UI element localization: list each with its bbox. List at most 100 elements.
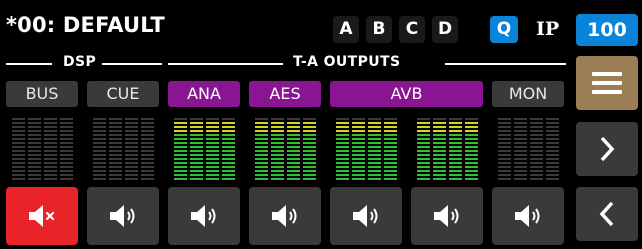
meter-segment xyxy=(287,142,300,144)
channel-cue-button[interactable]: CUE xyxy=(87,81,159,107)
meter-segment xyxy=(352,142,365,144)
meter-segment xyxy=(28,170,41,172)
mute-button-cue[interactable] xyxy=(87,187,159,245)
meter-segment xyxy=(255,174,268,176)
meter-segment xyxy=(449,170,462,172)
meter-column xyxy=(60,118,73,182)
meter-segment xyxy=(352,150,365,152)
mute-button-aes[interactable] xyxy=(249,187,321,245)
mute-button-avb-right[interactable] xyxy=(411,187,483,245)
meter-segment xyxy=(530,154,543,156)
meter-segment xyxy=(546,158,559,160)
q-button[interactable]: Q xyxy=(490,16,518,43)
meter-segment xyxy=(44,122,57,124)
preset-a-button[interactable]: A xyxy=(333,16,359,43)
preset-c-button[interactable]: C xyxy=(399,16,425,43)
meter-segment xyxy=(255,154,268,156)
meter-segment xyxy=(93,158,106,160)
meter-segment xyxy=(44,158,57,160)
meter-segment xyxy=(465,130,478,132)
meter-segment xyxy=(546,130,559,132)
meter-segment xyxy=(174,134,187,136)
next-button[interactable] xyxy=(576,122,638,176)
meter-column xyxy=(190,118,203,182)
meter-segment xyxy=(190,146,203,148)
meter-column xyxy=(384,118,397,182)
meter-segment xyxy=(287,150,300,152)
meter-segment xyxy=(60,158,73,160)
meter-segment xyxy=(271,162,284,164)
mute-button-bus[interactable] xyxy=(6,187,78,245)
meter-segment xyxy=(352,158,365,160)
chevron-right-icon xyxy=(600,136,615,162)
meter-segment xyxy=(498,126,511,128)
meter-segment xyxy=(546,122,559,124)
meter-segment xyxy=(174,162,187,164)
meter-segment xyxy=(498,146,511,148)
meter-segment xyxy=(141,146,154,148)
meter-segment xyxy=(352,118,365,120)
prev-button[interactable] xyxy=(576,187,638,241)
meter-segment xyxy=(12,138,25,140)
meter-segment xyxy=(190,118,203,120)
meter-segment xyxy=(352,138,365,140)
meter-segment xyxy=(174,118,187,120)
meter-segment xyxy=(141,158,154,160)
value-button[interactable]: 100 xyxy=(576,14,638,46)
meter-segment xyxy=(271,170,284,172)
meter-segment xyxy=(174,122,187,124)
meter-segment xyxy=(465,146,478,148)
meter-segment xyxy=(433,166,446,168)
meter-segment xyxy=(222,162,235,164)
meter-segment xyxy=(384,134,397,136)
preset-b-button[interactable]: B xyxy=(366,16,392,43)
channel-mon-button[interactable]: MON xyxy=(492,81,564,107)
meter-segment xyxy=(465,166,478,168)
meter-segment xyxy=(514,118,527,120)
meter-segment xyxy=(530,170,543,172)
meter-segment xyxy=(271,126,284,128)
meter-segment xyxy=(60,166,73,168)
meter-segment xyxy=(141,162,154,164)
meter-segment xyxy=(44,118,57,120)
meter-segment xyxy=(222,134,235,136)
meter-segment xyxy=(449,150,462,152)
meter-segment xyxy=(222,130,235,132)
meter-segment xyxy=(303,146,316,148)
meter-segment xyxy=(109,130,122,132)
meter-segment xyxy=(352,154,365,156)
meter-segment xyxy=(141,170,154,172)
meter-segment xyxy=(109,122,122,124)
meter-segment xyxy=(368,142,381,144)
mute-button-mon[interactable] xyxy=(492,187,564,245)
meter-segment xyxy=(384,166,397,168)
meter-segment xyxy=(465,138,478,140)
meter-segment xyxy=(28,158,41,160)
preset-d-button[interactable]: D xyxy=(432,16,458,43)
meter-segment xyxy=(530,126,543,128)
meter-segment xyxy=(433,142,446,144)
meter-segment xyxy=(174,142,187,144)
mute-button-avb-left[interactable] xyxy=(330,187,402,245)
meter-segment xyxy=(28,150,41,152)
meter-segment xyxy=(352,162,365,164)
mute-button-ana[interactable] xyxy=(168,187,240,245)
meter-segment xyxy=(287,178,300,180)
channel-bus-button[interactable]: BUS xyxy=(6,81,78,107)
channel-ana-button[interactable]: ANA xyxy=(168,81,240,107)
menu-button[interactable] xyxy=(576,56,638,110)
channel-aes-button[interactable]: AES xyxy=(249,81,321,107)
meter-segment xyxy=(514,170,527,172)
meter-column xyxy=(12,118,25,182)
meter-segment xyxy=(417,122,430,124)
meter-segment xyxy=(336,138,349,140)
meter-segment xyxy=(222,174,235,176)
meter-segment xyxy=(174,126,187,128)
meter-segment xyxy=(449,142,462,144)
meter-segment xyxy=(368,158,381,160)
meter-segment xyxy=(271,158,284,160)
meter-segment xyxy=(12,134,25,136)
meter-column xyxy=(174,118,187,182)
channel-avb-button[interactable]: AVB xyxy=(330,81,483,107)
meter-segment xyxy=(417,118,430,120)
